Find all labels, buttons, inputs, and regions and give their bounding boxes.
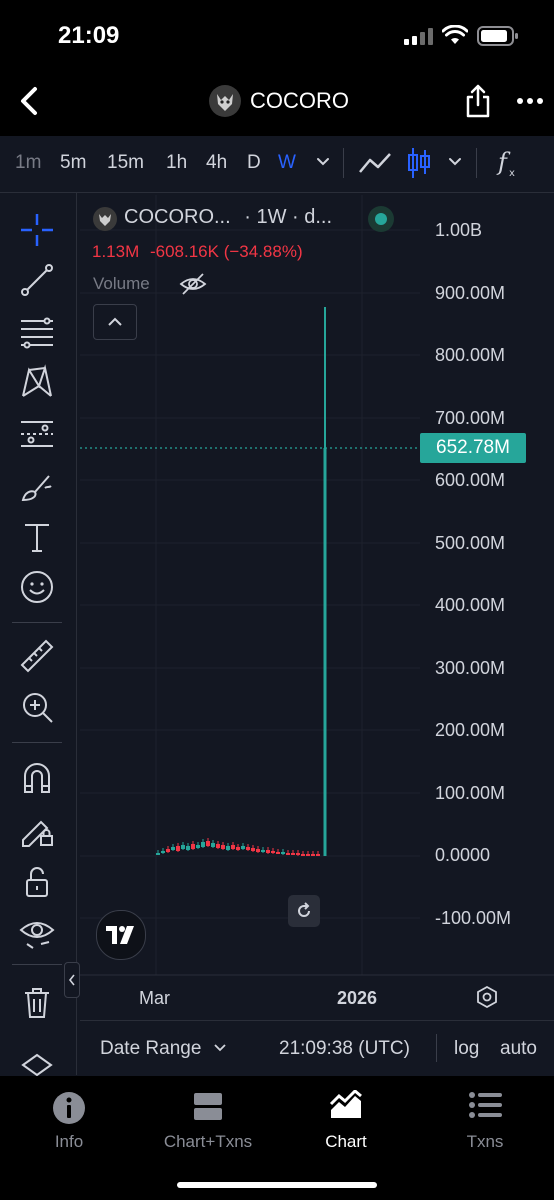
auto-scale-toggle[interactable]: auto <box>500 1038 537 1060</box>
price-axis-label: 200.00M <box>435 720 506 740</box>
candle-body <box>291 853 295 855</box>
candle-body <box>276 852 280 854</box>
candle-body <box>171 847 175 850</box>
candle-body <box>281 852 285 854</box>
hide-volume-eye-icon[interactable] <box>179 272 207 296</box>
candle-body <box>261 850 265 852</box>
candle-body <box>191 844 195 849</box>
price-axis-label: 100.00M <box>435 783 506 803</box>
date-range-button[interactable]: Date Range <box>100 1038 201 1060</box>
legend-change: -608.16K (−34.88%) <box>149 242 303 261</box>
price-axis-label: 1.00B <box>435 220 483 240</box>
candle-body <box>236 847 240 850</box>
market-status-dot <box>368 206 394 232</box>
candle-body <box>221 845 225 849</box>
candle-body <box>296 853 300 855</box>
tab-txns-label: Txns <box>466 1132 504 1151</box>
candle-body <box>271 851 275 853</box>
spike-candle-body <box>323 448 327 856</box>
candle-body <box>156 853 160 855</box>
tab-chart-txns-label: Chart+Txns <box>163 1132 253 1151</box>
candle-body <box>301 854 305 856</box>
candle-body <box>211 843 215 847</box>
legend-symbol[interactable]: COCORO... · 1W · d... <box>124 206 332 229</box>
price-axis-label: 800.00M <box>435 345 506 365</box>
price-axis-label: 900.00M <box>435 283 506 303</box>
time-axis-label: Mar <box>139 988 170 1008</box>
price-axis-label: 300.00M <box>435 658 506 678</box>
time-axis-label: 2026 <box>337 988 378 1008</box>
price-axis-label: -100.00M <box>435 908 512 928</box>
chart-area-icon <box>329 1088 362 1118</box>
candle-body <box>206 841 210 846</box>
candle-body <box>286 853 290 855</box>
tab-chart-txns[interactable] <box>143 1090 273 1127</box>
legend-symbol-name: COCORO... <box>124 206 231 228</box>
candle-body <box>241 846 245 849</box>
candle-body <box>196 845 200 848</box>
price-axis-label: 400.00M <box>435 595 506 615</box>
price-axis-label: 700.00M <box>435 408 506 428</box>
candle-body <box>166 849 170 852</box>
candle-body <box>226 846 230 850</box>
legend-interval: · 1W · d... <box>244 206 333 228</box>
candle-body <box>306 854 310 856</box>
price-axis-label: 500.00M <box>435 533 506 553</box>
tab-chart[interactable] <box>281 1088 411 1125</box>
candle-body <box>201 842 205 847</box>
candle-body <box>216 844 220 848</box>
price-axis-label: 600.00M <box>435 470 506 490</box>
candle-body <box>186 846 190 850</box>
current-price-badge: 652.78M <box>420 433 526 463</box>
list-icon <box>469 1092 502 1118</box>
chevron-up-icon <box>108 317 122 326</box>
symbol-logo-icon <box>93 207 117 231</box>
legend-volume: Volume <box>93 274 150 293</box>
candle-body <box>251 848 255 851</box>
tab-info[interactable] <box>4 1090 134 1131</box>
candle-body <box>256 849 260 852</box>
bottom-bar-divider <box>436 1034 437 1062</box>
candle-body <box>176 846 180 851</box>
candle-body <box>231 845 235 849</box>
candle-body <box>311 854 315 856</box>
legend-stats: 1.13M -608.16K (−34.88%) <box>92 242 303 262</box>
chart-txns-icon <box>194 1093 222 1120</box>
legend-last-value: 1.13M <box>92 242 140 261</box>
candle-body <box>161 851 165 853</box>
candle-body <box>181 845 185 849</box>
candle-body <box>266 850 270 853</box>
info-icon <box>53 1092 85 1124</box>
tab-txns[interactable] <box>420 1090 550 1125</box>
log-scale-toggle[interactable]: log <box>454 1038 479 1060</box>
home-indicator <box>177 1182 377 1188</box>
candle-body <box>316 854 320 856</box>
utc-clock[interactable]: 21:09:38 (UTC) <box>279 1038 410 1060</box>
tradingview-logo-icon[interactable] <box>96 910 146 960</box>
candle-body <box>246 847 250 850</box>
tab-chart-label: Chart <box>325 1132 367 1151</box>
collapse-legend-button[interactable] <box>93 304 137 340</box>
reset-chart-button[interactable] <box>288 895 320 927</box>
chart-settings-icon[interactable] <box>476 986 498 1008</box>
tab-info-label: Info <box>54 1132 84 1151</box>
reset-icon <box>298 902 310 917</box>
price-axis-label: 0.0000 <box>435 845 491 865</box>
date-range-chevron-icon[interactable] <box>213 1043 227 1053</box>
